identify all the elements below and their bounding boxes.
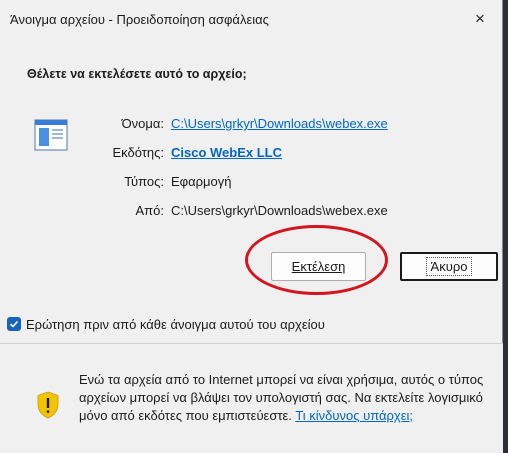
from-row: Από: C:\Users\grkyr\Downloads\webex.exe <box>0 203 503 223</box>
run-question: Θέλετε να εκτελέσετε αυτό το αρχείο; <box>27 67 247 81</box>
ask-before-open-option[interactable]: Ερώτηση πριν από κάθε άνοιγμα αυτού του … <box>7 315 325 333</box>
close-button[interactable]: × <box>458 0 502 38</box>
from-value: C:\Users\grkyr\Downloads\webex.exe <box>171 203 388 218</box>
type-value: Εφαρμογή <box>171 174 232 189</box>
security-warning-dialog: Άνοιγμα αρχείου - Προειδοποίηση ασφάλεια… <box>0 0 503 453</box>
file-name-label: Όνομα: <box>121 116 164 131</box>
run-button[interactable]: Εκτέλεση <box>271 252 366 281</box>
publisher-label: Εκδότης: <box>112 145 164 160</box>
type-label: Τύπος: <box>124 174 164 189</box>
cancel-button[interactable]: Άκυρο <box>400 252 498 281</box>
title-bar: Άνοιγμα αρχείου - Προειδοποίηση ασφάλεια… <box>0 0 502 38</box>
ask-before-open-checkbox[interactable] <box>7 317 21 331</box>
publisher-row: Εκδότης: Cisco WebEx LLC <box>0 145 503 165</box>
checkmark-icon <box>9 320 19 328</box>
cancel-button-label: Άκυρο <box>425 257 473 276</box>
risk-info-link[interactable]: Τι κίνδυνος υπάρχει; <box>295 408 413 423</box>
window-title: Άνοιγμα αρχείου - Προειδοποίηση ασφάλεια… <box>10 12 269 27</box>
publisher-link[interactable]: Cisco WebEx LLC <box>171 145 282 160</box>
file-name-row: Όνομα: C:\Users\grkyr\Downloads\webex.ex… <box>0 116 503 136</box>
type-row: Τύπος: Εφαρμογή <box>0 174 503 194</box>
warning-text: Ενώ τα αρχεία από το Internet μπορεί να … <box>79 372 484 423</box>
from-label: Από: <box>135 203 164 218</box>
file-name-link[interactable]: C:\Users\grkyr\Downloads\webex.exe <box>171 116 388 131</box>
run-button-label: Εκτέλεση <box>291 259 346 274</box>
warning-shield-icon <box>37 391 59 419</box>
warning-message: Ενώ τα αρχεία από το Internet μπορεί να … <box>79 371 489 425</box>
ask-before-open-label[interactable]: Ερώτηση πριν από κάθε άνοιγμα αυτού του … <box>26 317 325 332</box>
close-icon: × <box>475 9 485 28</box>
